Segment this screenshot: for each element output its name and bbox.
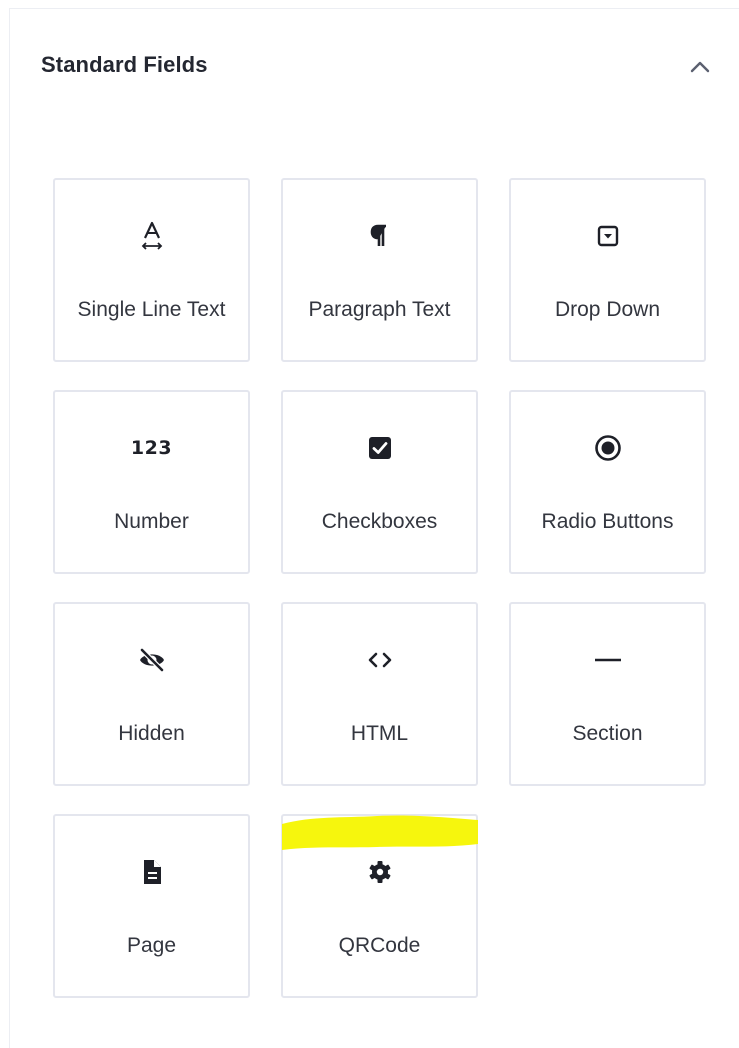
gear-icon (283, 856, 476, 888)
field-label: HTML (350, 722, 409, 745)
chevron-up-icon (690, 61, 710, 73)
field-hidden[interactable]: Hidden (53, 602, 250, 786)
field-label: Number (114, 510, 189, 533)
field-label: Drop Down (554, 298, 661, 321)
field-label: QRCode (338, 934, 421, 957)
field-number[interactable]: 123 Number (53, 390, 250, 574)
field-html[interactable]: HTML (281, 602, 478, 786)
text-a-icon (55, 220, 248, 252)
field-label: Hidden (118, 722, 185, 745)
field-label: Section (572, 722, 643, 745)
field-drop-down[interactable]: Drop Down (509, 178, 706, 362)
document-icon (55, 856, 248, 888)
checkbox-icon (283, 432, 476, 464)
field-grid: Single Line Text Paragraph Text Drop Dow… (43, 169, 706, 999)
radio-icon (511, 432, 704, 464)
field-label: Paragraph Text (308, 298, 451, 321)
eye-slash-icon (55, 644, 248, 676)
minus-icon (511, 644, 704, 676)
field-label: Radio Buttons (541, 510, 674, 533)
field-section[interactable]: Section (509, 602, 706, 786)
panel-title: Standard Fields (41, 52, 208, 77)
number-123-icon: 123 (130, 437, 173, 459)
code-icon (283, 644, 476, 676)
field-single-line-text[interactable]: Single Line Text (53, 178, 250, 362)
field-radio-buttons[interactable]: Radio Buttons (509, 390, 706, 574)
field-label: Single Line Text (77, 298, 226, 321)
field-page[interactable]: Page (53, 814, 250, 998)
pilcrow-icon (283, 220, 476, 252)
dropdown-icon (511, 220, 704, 252)
field-label: Page (126, 934, 177, 957)
field-checkboxes[interactable]: Checkboxes (281, 390, 478, 574)
field-paragraph-text[interactable]: Paragraph Text (281, 178, 478, 362)
field-qrcode[interactable]: QRCode (281, 814, 478, 998)
field-label: Checkboxes (321, 510, 438, 533)
panel-header[interactable]: Standard Fields (10, 9, 739, 121)
collapse-button[interactable] (682, 49, 718, 85)
